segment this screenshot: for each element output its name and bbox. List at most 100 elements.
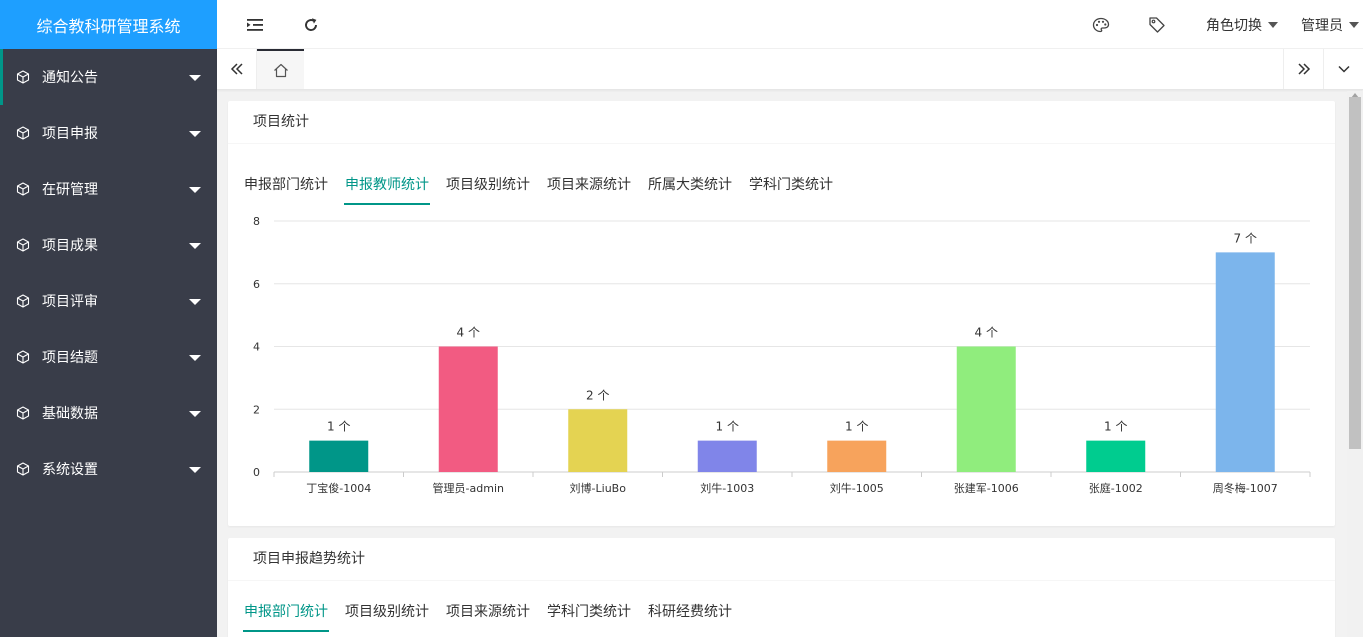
y-tick-label: 4 — [253, 341, 260, 354]
bar-value-label: 7 个 — [1234, 231, 1257, 245]
theme-button[interactable] — [1083, 0, 1119, 49]
sidebar-item[interactable]: 项目评审 — [0, 273, 217, 329]
app-title: 综合教科研管理系统 — [0, 0, 217, 49]
cube-icon — [16, 350, 30, 364]
refresh-button[interactable] — [293, 0, 329, 49]
sidebar-item[interactable]: 项目申报 — [0, 105, 217, 161]
stats-tab[interactable]: 科研经费统计 — [647, 592, 733, 632]
y-tick-label: 6 — [253, 278, 260, 291]
sidebar-item-label: 项目结题 — [42, 350, 98, 366]
x-tick-label: 张庭-1002 — [1089, 481, 1143, 495]
tabs-scroll-left-button[interactable] — [217, 49, 257, 89]
cube-icon — [16, 182, 30, 196]
bar — [697, 440, 757, 472]
bar — [568, 409, 628, 472]
stats-tab[interactable]: 项目来源统计 — [445, 592, 531, 632]
stats-tab[interactable]: 项目来源统计 — [546, 165, 632, 205]
sidebar-item-label: 项目评审 — [42, 294, 98, 310]
bar-value-label: 2 个 — [586, 388, 609, 402]
chevron-down-icon — [189, 411, 201, 417]
chevron-down-icon — [189, 131, 201, 137]
double-chevron-left-icon — [230, 63, 243, 75]
sidebar-item-label: 项目申报 — [42, 126, 98, 142]
scroll-thumb[interactable] — [1349, 97, 1361, 449]
refresh-icon — [305, 17, 317, 31]
bar-value-label: 1 个 — [716, 420, 739, 434]
bar-value-label: 4 个 — [975, 326, 998, 340]
stats-tab[interactable]: 项目级别统计 — [445, 165, 531, 205]
bar — [1086, 440, 1146, 472]
tabs-scroll-right-button[interactable] — [1283, 49, 1323, 89]
user-dropdown[interactable]: 管理员 — [1297, 0, 1363, 49]
content-scrollbar[interactable] — [1347, 91, 1363, 637]
bar-value-label: 1 个 — [845, 420, 868, 434]
stats-tab[interactable]: 申报部门统计 — [243, 592, 329, 632]
top-header: 角色切换 管理员 — [217, 0, 1363, 49]
y-tick-label: 8 — [253, 215, 260, 228]
bar — [438, 346, 498, 472]
x-tick-label: 周冬梅-1007 — [1213, 481, 1278, 495]
stats-tab[interactable]: 所属大类统计 — [647, 165, 733, 205]
sidebar: 综合教科研管理系统 通知公告项目申报在研管理项目成果项目评审项目结题基础数据系统… — [0, 0, 217, 637]
stats-tab[interactable]: 项目级别统计 — [344, 592, 430, 632]
sidebar-item-label: 系统设置 — [42, 462, 98, 478]
chevron-down-icon — [189, 243, 201, 249]
page-tab-bar — [217, 49, 1363, 90]
stats-tab[interactable]: 申报部门统计 — [243, 165, 329, 205]
palette-icon — [1092, 17, 1110, 32]
teacher-bar-chart: 0 2 4 6 8 1 个丁宝俊-1004 4 个管理员-admin 2 个刘博-LiuBo 1… — [253, 215, 1311, 495]
stats-tab[interactable]: 学科门类统计 — [748, 165, 834, 205]
cube-icon — [16, 238, 30, 252]
bar — [1215, 252, 1275, 472]
sidebar-item[interactable]: 系统设置 — [0, 441, 217, 497]
sidebar-item[interactable]: 通知公告 — [0, 49, 217, 105]
role-switch-label: 角色切换 — [1206, 17, 1262, 34]
chevron-down-icon — [1337, 65, 1350, 73]
bar — [309, 440, 369, 472]
sidebar-item[interactable]: 在研管理 — [0, 161, 217, 217]
trend-stats-tabs: 申报部门统计 项目级别统计 项目来源统计 学科门类统计 科研经费统计 — [243, 592, 748, 632]
bar — [956, 346, 1016, 472]
cube-icon — [16, 126, 30, 140]
chevron-down-icon — [1268, 21, 1278, 28]
tabs-menu-button[interactable] — [1323, 49, 1363, 89]
bar-value-label: 1 个 — [1104, 420, 1127, 434]
sidebar-item[interactable]: 项目成果 — [0, 217, 217, 273]
role-switch-dropdown[interactable]: 角色切换 — [1201, 0, 1283, 49]
project-stats-card: 项目统计 申报部门统计 申报教师统计 项目级别统计 项目来源统计 所属大类统计 学科门类统… — [228, 101, 1335, 526]
y-tick-label: 2 — [253, 403, 260, 416]
sidebar-item[interactable]: 项目结题 — [0, 329, 217, 385]
chevron-down-icon — [189, 467, 201, 473]
cube-icon — [16, 294, 30, 308]
tag-button[interactable] — [1139, 0, 1175, 49]
sidebar-item[interactable]: 基础数据 — [0, 385, 217, 441]
tag-icon — [1149, 16, 1165, 33]
project-stats-tabs: 申报部门统计 申报教师统计 项目级别统计 项目来源统计 所属大类统计 学科门类统计 — [243, 165, 849, 205]
sidebar-item-label: 通知公告 — [42, 70, 98, 86]
x-tick-label: 刘博-LiuBo — [570, 482, 627, 495]
menu-toggle-button[interactable] — [237, 0, 273, 49]
bar — [827, 440, 887, 472]
menu-fold-icon — [247, 18, 263, 31]
cube-icon — [16, 462, 30, 476]
stats-tab[interactable]: 学科门类统计 — [546, 592, 632, 632]
user-name: 管理员 — [1301, 17, 1343, 34]
double-chevron-right-icon — [1297, 63, 1310, 75]
sidebar-item-label: 基础数据 — [42, 406, 98, 422]
chevron-down-icon — [1349, 21, 1359, 28]
cube-icon — [16, 70, 30, 84]
chevron-down-icon — [189, 75, 201, 81]
chevron-down-icon — [189, 299, 201, 305]
home-icon — [273, 63, 288, 77]
stats-tab[interactable]: 申报教师统计 — [344, 165, 430, 205]
chevron-down-icon — [189, 187, 201, 193]
chevron-down-icon — [189, 355, 201, 361]
bar-value-label: 4 个 — [457, 326, 480, 340]
x-tick-label: 管理员-admin — [433, 481, 504, 495]
y-tick-label: 0 — [253, 466, 260, 479]
trend-stats-card: 项目申报趋势统计 申报部门统计 项目级别统计 项目来源统计 学科门类统计 科研经费统计 — [228, 538, 1335, 637]
x-tick-label: 刘牛-1005 — [830, 481, 884, 495]
card-title: 项目申报趋势统计 — [228, 538, 1335, 581]
tab-home[interactable] — [257, 49, 304, 89]
sidebar-item-label: 项目成果 — [42, 238, 98, 254]
